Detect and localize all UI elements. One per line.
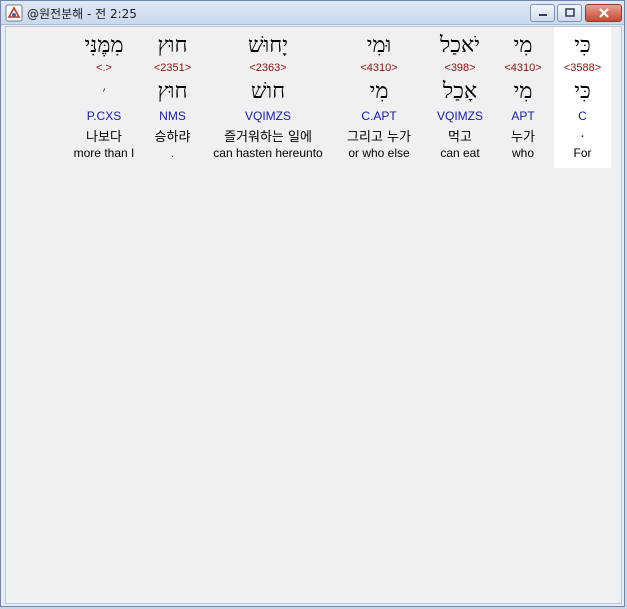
strong-number[interactable]: <2363> — [204, 62, 332, 74]
parsing-code: P.CXS — [86, 109, 122, 123]
minimize-button[interactable] — [530, 4, 555, 22]
hebrew-lemma: כִּי — [574, 79, 591, 104]
strong-number[interactable]: <3588> — [554, 62, 611, 74]
word-column-3[interactable]: יֹאכַל <398> אָכַל VQIMZS 먹고 can eat — [430, 27, 490, 168]
strong-number[interactable]: <398> — [430, 62, 490, 74]
word-column-2[interactable]: מִי <4310> מִי APT 누가 who — [498, 27, 548, 168]
app-icon — [5, 4, 23, 22]
maximize-button[interactable] — [557, 4, 582, 22]
parsing-code: C — [578, 109, 587, 123]
close-icon — [598, 8, 609, 18]
english-gloss: can eat — [440, 146, 480, 160]
hebrew-word: יֹאכַל — [439, 33, 480, 58]
hebrew-word: מִמֶּנִּי — [84, 33, 124, 58]
hebrew-lemma: חושׁ — [250, 79, 286, 104]
hebrew-word: וּמִי — [366, 33, 392, 58]
english-gloss: . — [170, 146, 175, 160]
title-bar[interactable]: @원전분해 - 전 2:25 — [1, 1, 624, 25]
strong-number[interactable]: <.> — [68, 62, 140, 74]
hebrew-lemma: חוּץ — [157, 79, 188, 104]
parsing-code: NMS — [159, 109, 186, 123]
english-gloss: more than I — [73, 146, 135, 160]
hebrew-word: חוּץ — [157, 33, 188, 58]
hebrew-lemma: ׳ — [102, 84, 106, 100]
hebrew-word: מִי — [513, 33, 533, 58]
korean-gloss: 즐거워하는 일에 — [224, 130, 312, 145]
hebrew-word: יָחוּשׁ — [248, 33, 288, 58]
strong-number[interactable]: <2351> — [145, 62, 200, 74]
korean-gloss: 누가 — [511, 130, 535, 145]
parsing-code: VQIMZS — [244, 109, 291, 123]
minimize-icon — [538, 14, 547, 16]
strong-number[interactable]: <4310> — [336, 62, 422, 74]
hebrew-lemma: מִי — [513, 79, 533, 104]
korean-gloss: 먹고 — [448, 130, 472, 145]
parsing-code: VQIMZS — [436, 109, 483, 123]
korean-gloss: 승하랴 — [154, 130, 191, 145]
strong-number[interactable]: <4310> — [498, 62, 548, 74]
word-column-5[interactable]: יָחוּשׁ <2363> חושׁ VQIMZS 즐거워하는 일에 can … — [204, 27, 332, 168]
interlinear-view: כִּי <3588> כִּי C . For מִי <4310> מִי … — [5, 26, 622, 604]
window-title: @원전분해 - 전 2:25 — [27, 7, 137, 21]
word-column-6[interactable]: חוּץ <2351> חוּץ NMS 승하랴 . — [145, 27, 200, 168]
english-gloss: who — [511, 146, 534, 160]
hebrew-word: כִּי — [574, 33, 591, 58]
korean-gloss: 나보다 — [86, 130, 122, 145]
close-button[interactable] — [585, 4, 622, 22]
hebrew-lemma: אָכַל — [442, 79, 478, 104]
english-gloss: or who else — [348, 146, 410, 160]
korean-gloss: 그리고 누가 — [347, 130, 411, 145]
word-column-4[interactable]: וּמִי <4310> מִי C.APT 그리고 누가 or who els… — [336, 27, 422, 168]
english-gloss: For — [573, 146, 592, 160]
hebrew-lemma: מִי — [369, 79, 389, 104]
english-gloss: can hasten hereunto — [213, 146, 323, 160]
word-column-1[interactable]: כִּי <3588> כִּי C . For — [554, 27, 611, 168]
app-window: @원전분해 - 전 2:25 כִּי <3588> כִּי C . For — [0, 0, 625, 607]
maximize-icon — [564, 8, 575, 17]
word-column-7[interactable]: מִמֶּנִּי <.> ׳ P.CXS 나보다 more than I — [68, 27, 140, 168]
parsing-code: APT — [511, 109, 535, 123]
korean-gloss: . — [580, 126, 585, 141]
parsing-code: C.APT — [361, 109, 397, 123]
